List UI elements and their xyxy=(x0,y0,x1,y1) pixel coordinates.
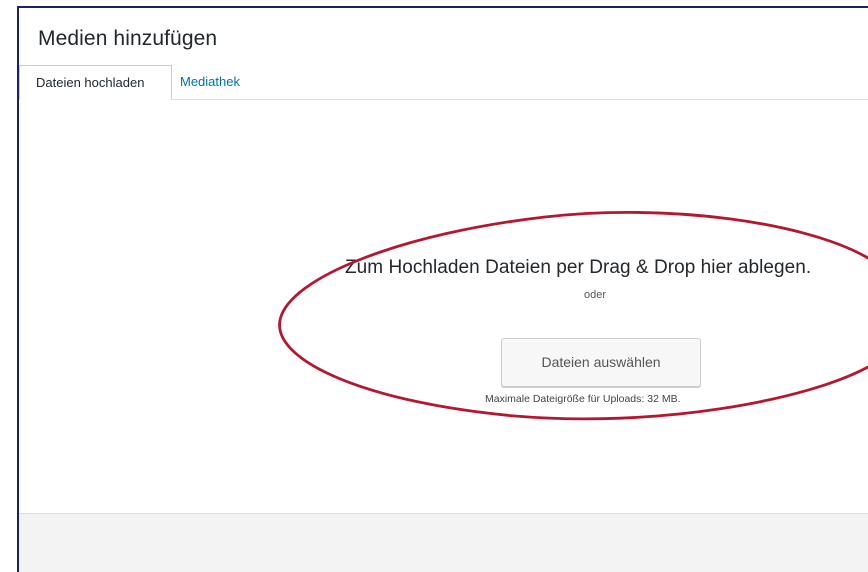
upload-drop-zone[interactable]: Zum Hochladen Dateien per Drag & Drop hi… xyxy=(19,100,868,513)
modal-title: Medien hinzufügen xyxy=(38,27,218,50)
screenshot-page: Medien hinzufügen Dateien hochladen Medi… xyxy=(0,0,868,572)
media-modal: Medien hinzufügen Dateien hochladen Medi… xyxy=(19,8,868,572)
or-separator-text: oder xyxy=(584,289,607,301)
drop-instructions: Zum Hochladen Dateien per Drag & Drop hi… xyxy=(345,257,812,278)
max-upload-size-text: Maximale Dateigröße für Uploads: 32 MB. xyxy=(485,393,681,405)
modal-footer-toolbar xyxy=(19,513,868,572)
tab-upload-files[interactable]: Dateien hochladen xyxy=(19,65,172,100)
select-files-button[interactable]: Dateien auswählen xyxy=(501,338,701,387)
tab-media-library[interactable]: Mediathek xyxy=(172,65,250,100)
media-tabs: Dateien hochladen Mediathek xyxy=(19,65,868,100)
